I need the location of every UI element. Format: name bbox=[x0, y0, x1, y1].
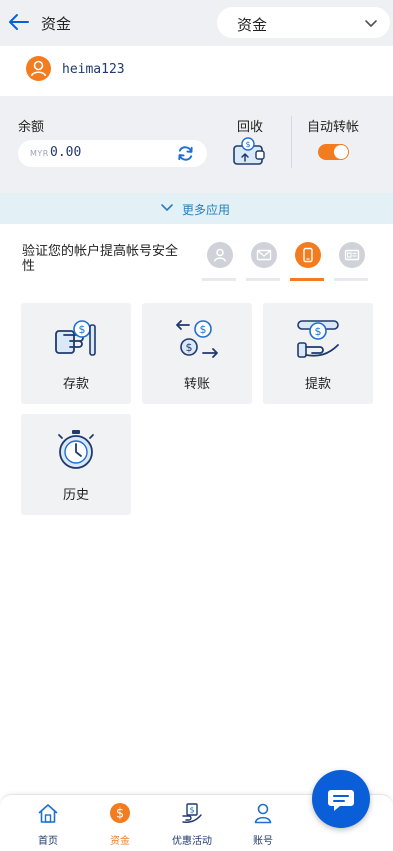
person-icon bbox=[30, 60, 47, 77]
home-icon bbox=[38, 804, 58, 823]
mail-icon bbox=[256, 249, 272, 261]
funds-icon: $ bbox=[110, 803, 130, 823]
auto-transfer-label: 自动转帐 bbox=[307, 120, 360, 135]
svg-text:$: $ bbox=[245, 140, 250, 149]
deposit-tile[interactable]: $ 存款 bbox=[21, 303, 131, 404]
verify-email-button[interactable] bbox=[246, 242, 280, 282]
balance-display: MYR 0.00 bbox=[18, 140, 207, 167]
user-bar: heima123 bbox=[0, 46, 393, 96]
history-label: 历史 bbox=[62, 488, 89, 503]
toggle-knob bbox=[334, 145, 348, 159]
promotion-icon: $ bbox=[182, 803, 202, 823]
withdraw-tile[interactable]: $ 提款 bbox=[263, 303, 373, 404]
refresh-icon[interactable] bbox=[176, 144, 195, 163]
verify-indicator bbox=[202, 278, 236, 281]
avatar[interactable] bbox=[26, 56, 51, 81]
recycle-label: 回收 bbox=[237, 120, 264, 135]
nav-account-label: 账号 bbox=[253, 836, 273, 847]
verify-prompt: 验证您的帐户提高帐号安全性 bbox=[22, 244, 179, 274]
balance-amount: 0.00 bbox=[50, 145, 82, 160]
nav-home[interactable]: 首页 bbox=[12, 795, 84, 851]
withdraw-label: 提款 bbox=[304, 377, 331, 392]
recycle-wallet-icon[interactable]: $ bbox=[232, 136, 266, 166]
chat-icon bbox=[328, 790, 354, 811]
verify-id-card-circle bbox=[339, 242, 365, 268]
nav-account[interactable]: 账号 bbox=[227, 795, 299, 851]
svg-text:$: $ bbox=[200, 323, 207, 336]
chat-button[interactable] bbox=[312, 770, 370, 828]
svg-text:$: $ bbox=[79, 323, 86, 336]
more-apps-label: 更多应用 bbox=[182, 203, 231, 217]
more-apps-button[interactable]: 更多应用 bbox=[0, 193, 393, 224]
page-select-value: 资金 bbox=[237, 16, 268, 34]
history-tile[interactable]: 历史 bbox=[21, 414, 131, 515]
withdraw-icon: $ bbox=[297, 320, 339, 358]
account-icon bbox=[254, 803, 272, 824]
transfer-icon: $ $ bbox=[176, 320, 218, 358]
person-icon bbox=[213, 248, 227, 262]
verify-id-card-button[interactable] bbox=[334, 242, 368, 282]
balance-currency: MYR bbox=[30, 149, 49, 158]
nav-home-label: 首页 bbox=[38, 836, 58, 847]
balance-label: 余额 bbox=[18, 120, 45, 135]
divider bbox=[291, 116, 292, 168]
svg-text:$: $ bbox=[315, 325, 322, 338]
verify-profile-button[interactable] bbox=[202, 242, 236, 282]
verify-email-circle bbox=[251, 242, 277, 268]
transfer-tile[interactable]: $ $ 转账 bbox=[142, 303, 252, 404]
transfer-label: 转账 bbox=[183, 377, 210, 392]
deposit-label: 存款 bbox=[62, 377, 89, 392]
username: heima123 bbox=[62, 62, 125, 77]
top-bar: 资金 资金 bbox=[0, 0, 393, 46]
nav-promotions-label: 优惠活动 bbox=[172, 836, 212, 847]
back-arrow-icon[interactable] bbox=[8, 11, 30, 33]
verify-indicator bbox=[290, 278, 324, 281]
deposit-icon: $ bbox=[55, 320, 96, 356]
history-icon bbox=[58, 430, 94, 469]
auto-transfer-toggle[interactable] bbox=[318, 144, 349, 160]
verify-phone-button[interactable] bbox=[290, 242, 324, 282]
nav-funds[interactable]: $ 资金 bbox=[84, 795, 156, 851]
page-select-dropdown[interactable]: 资金 bbox=[217, 7, 390, 38]
verify-profile-circle bbox=[207, 242, 233, 268]
page-title: 资金 bbox=[41, 15, 72, 33]
svg-text:$: $ bbox=[189, 806, 194, 815]
nav-promotions[interactable]: $ 优惠活动 bbox=[156, 795, 228, 851]
nav-funds-label: 资金 bbox=[110, 836, 130, 847]
verify-phone-circle bbox=[295, 242, 321, 268]
chevron-down-icon bbox=[161, 204, 173, 211]
phone-icon bbox=[303, 247, 313, 263]
verify-indicator bbox=[246, 278, 280, 281]
id-card-icon bbox=[344, 249, 360, 261]
verify-indicator bbox=[334, 278, 368, 281]
svg-text:$: $ bbox=[116, 807, 124, 822]
chevron-down-icon bbox=[365, 20, 377, 27]
svg-text:$: $ bbox=[186, 341, 193, 354]
